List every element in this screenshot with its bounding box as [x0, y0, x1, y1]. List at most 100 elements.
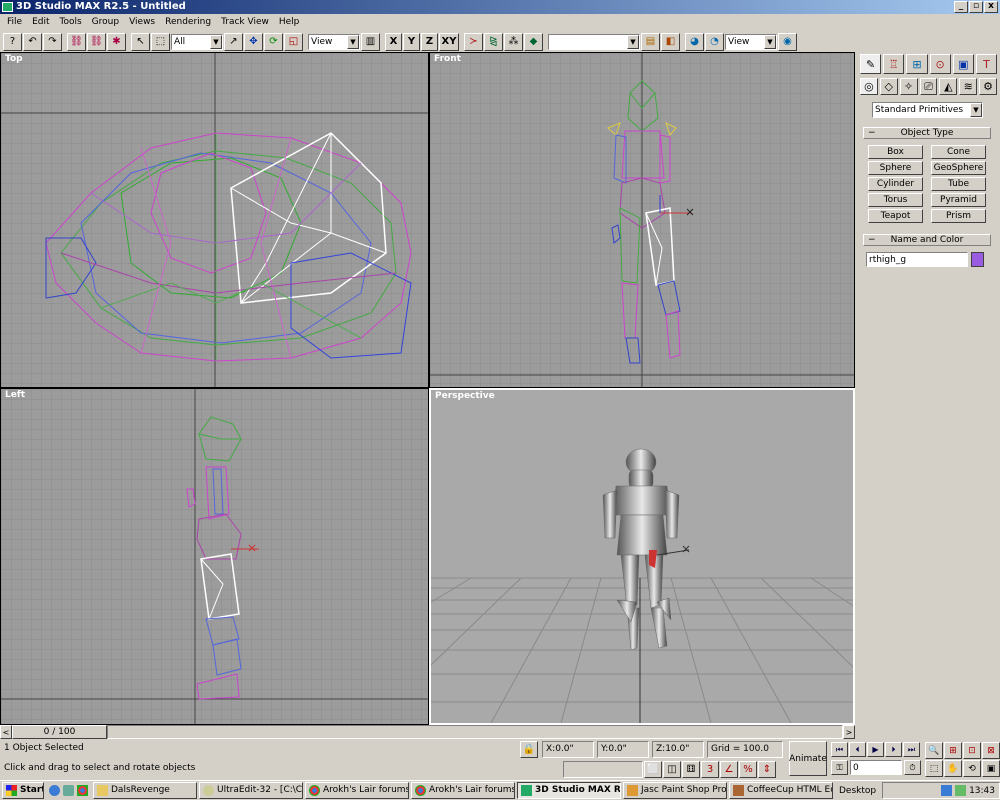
- taskbar-item-3dsmax[interactable]: 3D Studio MAX R...: [517, 782, 621, 799]
- reference-coordinate-select[interactable]: View ▼: [308, 33, 360, 50]
- space-warps-icon[interactable]: ≋: [959, 78, 978, 95]
- cameras-icon[interactable]: ⎚: [919, 78, 938, 95]
- rotate-icon[interactable]: ⟳: [264, 32, 283, 51]
- taskbar-item-arokh-forums-2[interactable]: Arokh's Lair forums ...: [411, 782, 515, 799]
- percent-snap-icon[interactable]: %: [739, 761, 757, 778]
- zoom-icon[interactable]: 🔍: [925, 742, 943, 759]
- box-button[interactable]: Box: [868, 145, 923, 159]
- restrict-xy-button[interactable]: XY: [439, 32, 459, 51]
- help-icon[interactable]: ?: [3, 32, 22, 51]
- taskbar-item-ultraedit[interactable]: UltraEdit-32 - [C:\C...: [199, 782, 303, 799]
- play-icon[interactable]: ▶: [867, 742, 884, 757]
- lock-selection-icon[interactable]: 🔒: [520, 741, 538, 758]
- utilities-tab-icon[interactable]: T: [975, 54, 998, 74]
- current-frame-field[interactable]: 0: [850, 760, 902, 775]
- modify-tab-icon[interactable]: ♖: [883, 54, 905, 74]
- menu-help[interactable]: Help: [274, 15, 305, 29]
- object-type-header[interactable]: − Object Type: [863, 127, 991, 139]
- previous-frame-icon[interactable]: ⏴: [849, 742, 866, 757]
- restrict-z-button[interactable]: Z: [421, 32, 438, 51]
- time-prev-button[interactable]: <: [0, 725, 12, 739]
- angle-snap-icon[interactable]: ∠: [720, 761, 738, 778]
- primitive-category-select[interactable]: Standard Primitives ▼: [872, 102, 983, 118]
- network-icon[interactable]: [941, 785, 953, 796]
- rollout-collapse-toggle[interactable]: −: [868, 128, 876, 138]
- viewport-front[interactable]: Front: [429, 52, 855, 388]
- object-color-swatch[interactable]: [971, 252, 984, 267]
- systems-icon[interactable]: ⚙: [979, 78, 998, 95]
- go-to-end-icon[interactable]: ⏭: [903, 742, 920, 757]
- zoom-extents-all-icon[interactable]: ⊠: [982, 742, 1000, 759]
- menu-edit[interactable]: Edit: [27, 15, 54, 29]
- restrict-y-button[interactable]: Y: [403, 32, 420, 51]
- menu-file[interactable]: File: [2, 15, 27, 29]
- next-frame-icon[interactable]: ⏵: [885, 742, 902, 757]
- move-icon[interactable]: ✥: [244, 32, 263, 51]
- time-config-icon[interactable]: ⏱: [904, 760, 921, 775]
- mirror-icon[interactable]: ⧎: [484, 32, 503, 51]
- link-icon[interactable]: ⛓: [67, 32, 86, 51]
- go-to-start-icon[interactable]: ⏮: [831, 742, 848, 757]
- inverse-kinematics-icon[interactable]: ≻: [464, 32, 483, 51]
- menu-group[interactable]: Group: [87, 15, 124, 29]
- arc-rotate-icon[interactable]: ⟲: [963, 760, 981, 777]
- display-tab-icon[interactable]: ▣: [952, 54, 974, 74]
- redo-icon[interactable]: ↷: [43, 32, 62, 51]
- region-select-icon[interactable]: ⬚: [151, 32, 170, 51]
- time-slider-thumb[interactable]: 0 / 100: [12, 725, 107, 739]
- create-tab-icon[interactable]: ✎: [860, 54, 882, 74]
- geometry-icon[interactable]: ◎: [860, 78, 878, 95]
- object-name-field[interactable]: rthigh_g: [866, 252, 968, 267]
- internet-explorer-icon[interactable]: [49, 785, 60, 796]
- pivot-center-icon[interactable]: ▥: [361, 32, 380, 51]
- time-next-button[interactable]: >: [843, 725, 855, 739]
- render-last-icon[interactable]: ◉: [778, 32, 797, 51]
- snap-toggle-icon[interactable]: ⚅: [682, 761, 700, 778]
- schematic-icon[interactable]: ◧: [661, 32, 680, 51]
- bind-space-warp-icon[interactable]: ✱: [107, 32, 126, 51]
- align-icon[interactable]: ◆: [524, 32, 543, 51]
- security-icon[interactable]: [955, 785, 967, 796]
- cylinder-button[interactable]: Cylinder: [868, 177, 923, 191]
- undo-icon[interactable]: ↶: [23, 32, 42, 51]
- cone-button[interactable]: Cone: [931, 145, 986, 159]
- taskbar-item-paint-shop-pro[interactable]: Jasc Paint Shop Pro...: [623, 782, 727, 799]
- key-mode-icon[interactable]: ⚿: [831, 760, 848, 775]
- animate-button[interactable]: Animate: [789, 741, 827, 776]
- 3d-snap-icon[interactable]: 3: [701, 761, 719, 778]
- viewport-perspective[interactable]: Perspective: [429, 388, 855, 725]
- array-icon[interactable]: ⁂: [504, 32, 523, 51]
- name-color-header[interactable]: − Name and Color: [863, 234, 991, 246]
- taskbar-item-coffeecup[interactable]: CoffeeCup HTML Ed...: [729, 782, 833, 799]
- start-button[interactable]: Start: [2, 782, 44, 799]
- maximize-button[interactable]: ▫: [969, 1, 983, 13]
- menu-track-view[interactable]: Track View: [216, 15, 274, 29]
- zoom-extents-icon[interactable]: ⊡: [963, 742, 981, 759]
- motion-tab-icon[interactable]: ⊙: [929, 54, 951, 74]
- viewport-top[interactable]: Top: [0, 52, 429, 388]
- desktop-toolbar-label[interactable]: Desktop: [835, 786, 880, 796]
- render-scene-icon[interactable]: ◕: [685, 32, 704, 51]
- minimize-button[interactable]: _: [954, 1, 968, 13]
- teapot-button[interactable]: Teapot: [868, 209, 923, 223]
- close-button[interactable]: x: [984, 1, 998, 13]
- track-view-icon[interactable]: ▤: [641, 32, 660, 51]
- min-max-toggle-icon[interactable]: ▣: [982, 760, 1000, 777]
- geosphere-button[interactable]: GeoSphere: [931, 161, 986, 175]
- degradation-override-icon[interactable]: ◫: [663, 761, 681, 778]
- lights-icon[interactable]: ✧: [899, 78, 918, 95]
- shapes-icon[interactable]: ◇: [879, 78, 898, 95]
- tube-button[interactable]: Tube: [931, 177, 986, 191]
- taskbar-item-dalsrevenge[interactable]: DalsRevenge: [93, 782, 197, 799]
- chrome-icon[interactable]: [77, 785, 88, 796]
- quick-render-icon[interactable]: ◔: [705, 32, 724, 51]
- render-type-select[interactable]: View ▼: [725, 33, 777, 50]
- region-zoom-icon[interactable]: ⬚: [925, 760, 943, 777]
- rollout-collapse-toggle[interactable]: −: [868, 235, 876, 245]
- select-by-name-icon[interactable]: ↗: [224, 32, 243, 51]
- zoom-all-icon[interactable]: ⊞: [944, 742, 962, 759]
- pyramid-button[interactable]: Pyramid: [931, 193, 986, 207]
- spinner-snap-icon[interactable]: ⇕: [758, 761, 776, 778]
- restrict-x-button[interactable]: X: [385, 32, 402, 51]
- selection-filter-select[interactable]: All ▼: [171, 33, 223, 50]
